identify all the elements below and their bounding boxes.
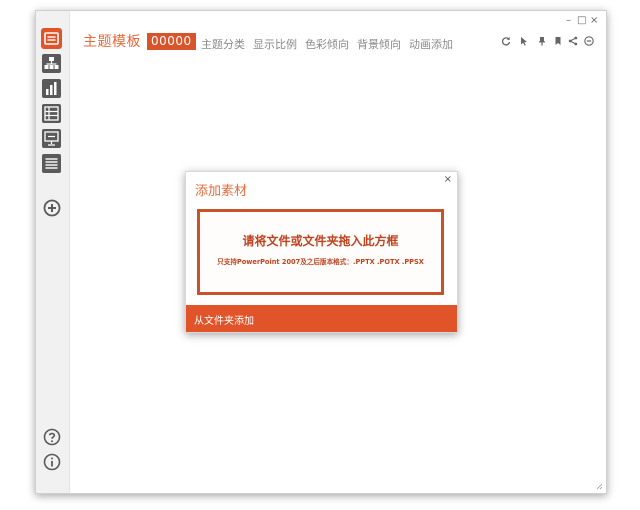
drop-zone-instruction: 请将文件或文件夹拖入此方框 bbox=[242, 234, 399, 248]
bookmark-icon[interactable] bbox=[553, 36, 563, 46]
app-title: 主题模板 bbox=[83, 34, 141, 50]
dialog-close-button[interactable]: × bbox=[444, 174, 452, 185]
nav-theme-category[interactable]: 主题分类 bbox=[201, 36, 245, 52]
info-icon[interactable] bbox=[41, 451, 62, 472]
drop-zone-format-note: 只支持PowerPoint 2007及之后版本格式：.PPTX .POTX .P… bbox=[217, 258, 424, 266]
minimize-button[interactable]: – bbox=[566, 15, 571, 27]
pointer-icon[interactable] bbox=[519, 36, 529, 46]
nav-color-tendency[interactable]: 色彩倾向 bbox=[305, 36, 349, 52]
dialog-title: 添加素材 bbox=[195, 184, 248, 199]
presentation-icon[interactable] bbox=[41, 128, 62, 149]
file-drop-zone[interactable]: 请将文件或文件夹拖入此方框 只支持PowerPoint 2007及之后版本格式：… bbox=[197, 209, 444, 295]
add-icon[interactable] bbox=[41, 197, 62, 218]
list-icon[interactable] bbox=[41, 153, 62, 174]
table-icon[interactable] bbox=[41, 103, 62, 124]
maximize-button[interactable]: □ bbox=[577, 15, 586, 27]
nav-animation-add[interactable]: 动画添加 bbox=[409, 36, 453, 52]
template-icon[interactable] bbox=[41, 28, 62, 49]
close-button[interactable]: × bbox=[590, 15, 598, 27]
add-material-dialog: 添加素材 × 请将文件或文件夹拖入此方框 只支持PowerPoint 2007及… bbox=[185, 171, 458, 333]
org-chart-icon[interactable] bbox=[41, 53, 62, 74]
app-window: – □ × 主题模板 00000 主题分类 显示比例 色彩倾向 背景倾向 动画添… bbox=[35, 10, 607, 494]
pin-icon[interactable] bbox=[537, 36, 547, 46]
count-badge: 00000 bbox=[147, 32, 196, 50]
nav-background-tendency[interactable]: 背景倾向 bbox=[357, 36, 401, 52]
resize-grip-icon[interactable] bbox=[595, 482, 603, 490]
title-area: 主题模板 00000 bbox=[83, 31, 196, 51]
refresh-icon[interactable] bbox=[501, 36, 511, 46]
bar-chart-icon[interactable] bbox=[41, 78, 62, 99]
minus-circle-icon[interactable] bbox=[584, 36, 594, 46]
share-icon[interactable] bbox=[568, 36, 578, 46]
nav-display-ratio[interactable]: 显示比例 bbox=[253, 36, 297, 52]
help-icon[interactable] bbox=[41, 426, 62, 447]
add-from-folder-button[interactable]: 从文件夹添加 bbox=[194, 312, 254, 327]
dialog-footer[interactable]: 从文件夹添加 bbox=[186, 305, 457, 332]
sidebar bbox=[36, 11, 70, 493]
